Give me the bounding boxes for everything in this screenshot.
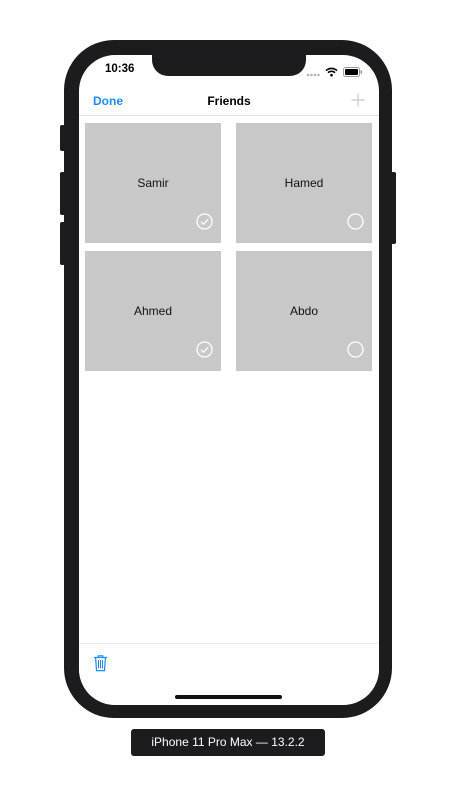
side-button-silent — [60, 125, 65, 151]
notch — [152, 55, 306, 76]
side-button-power — [391, 172, 396, 244]
status-icons — [306, 64, 363, 82]
friend-cell-samir[interactable]: Samir — [85, 123, 221, 243]
nav-title: Friends — [207, 94, 251, 108]
done-button[interactable]: Done — [93, 94, 123, 108]
wifi-icon — [325, 64, 338, 82]
empty-circle-icon — [347, 341, 364, 363]
friend-name: Samir — [137, 176, 169, 190]
side-button-volume-up — [60, 172, 65, 215]
side-button-volume-down — [60, 222, 65, 265]
checkmark-circle-icon — [196, 213, 213, 235]
friend-name: Abdo — [289, 304, 319, 318]
phone-screen: 10:36 Friends Done Samir Hamed Ahmed Abd… — [79, 55, 379, 705]
signal-icon — [306, 64, 320, 82]
navigation-bar: Friends Done — [79, 86, 379, 116]
status-time: 10:36 — [105, 63, 135, 75]
battery-icon — [343, 64, 363, 82]
home-indicator[interactable] — [175, 695, 282, 699]
friend-name: Hamed — [284, 176, 324, 190]
add-button[interactable] — [351, 93, 365, 112]
empty-circle-icon — [347, 213, 364, 235]
friend-cell-ahmed[interactable]: Ahmed — [85, 251, 221, 371]
device-label: iPhone 11 Pro Max — 13.2.2 — [131, 729, 325, 756]
delete-button[interactable] — [93, 654, 108, 677]
friend-cell-abdo[interactable]: Abdo — [236, 251, 372, 371]
plus-icon — [351, 93, 365, 111]
trash-icon — [93, 655, 108, 676]
checkmark-circle-icon — [196, 341, 213, 363]
friend-cell-hamed[interactable]: Hamed — [236, 123, 372, 243]
friend-name: Ahmed — [133, 304, 173, 318]
